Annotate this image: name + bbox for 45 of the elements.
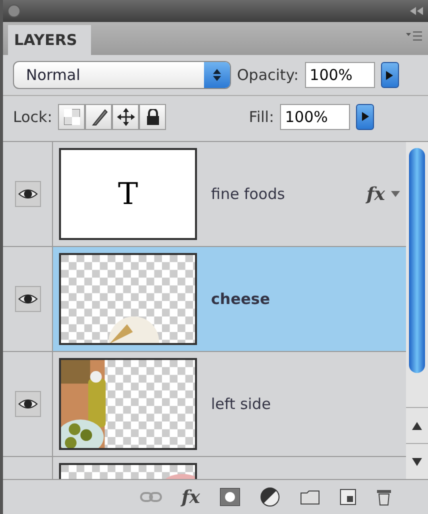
layer-name: cheese [211,290,272,308]
blend-mode-dropdown[interactable]: Normal [13,61,231,89]
layer-row[interactable]: cheese [3,247,406,352]
down-arrow-icon [412,458,422,466]
play-icon [362,112,368,121]
panel-tab[interactable]: LAYERS [8,25,92,55]
folder-icon[interactable] [300,490,320,504]
move-icon [116,108,135,126]
fill-field[interactable]: 100% [280,104,350,130]
effects-label: fx [366,184,385,204]
layer-effects-button[interactable]: fx [182,486,200,508]
layer-name: left side [211,395,272,413]
scrollbar[interactable] [406,142,428,479]
scroll-thumb[interactable] [409,148,425,373]
lock-transparency-button[interactable] [58,104,86,130]
eye-icon [18,398,38,410]
eye-icon [18,293,38,305]
new-layer-button[interactable] [340,489,356,505]
opacity-label: Opacity: [237,66,299,84]
layer-name: fine foods [211,185,286,203]
lock-pixels-button[interactable] [85,104,112,130]
lock-label: Lock: [13,108,52,126]
add-mask-button[interactable] [220,488,240,506]
trash-icon[interactable] [376,488,392,506]
lock-all-button[interactable] [139,104,166,130]
expand-icon[interactable] [391,191,400,197]
lock-icon [146,108,160,124]
opacity-slider-button[interactable] [380,62,399,88]
lock-position-button[interactable] [112,104,140,130]
collapse-icon[interactable] [410,7,424,15]
menu-icon[interactable] [406,31,422,41]
stepper-icon [213,68,221,82]
layer-row[interactable]: T fine foods fx [3,142,406,247]
opacity-field[interactable]: 100% [304,62,375,88]
text-layer-glyph: T [118,176,138,212]
adjustment-layer-button[interactable] [260,487,280,507]
layer-row[interactable]: left side [3,352,406,457]
eye-icon [18,188,38,200]
close-icon[interactable] [7,4,21,18]
up-arrow-icon [412,422,422,430]
checkerboard-icon [64,108,80,124]
brush-icon [90,108,108,126]
fill-label: Fill: [248,108,274,126]
play-icon [386,70,394,80]
fill-slider-button[interactable] [356,104,374,130]
